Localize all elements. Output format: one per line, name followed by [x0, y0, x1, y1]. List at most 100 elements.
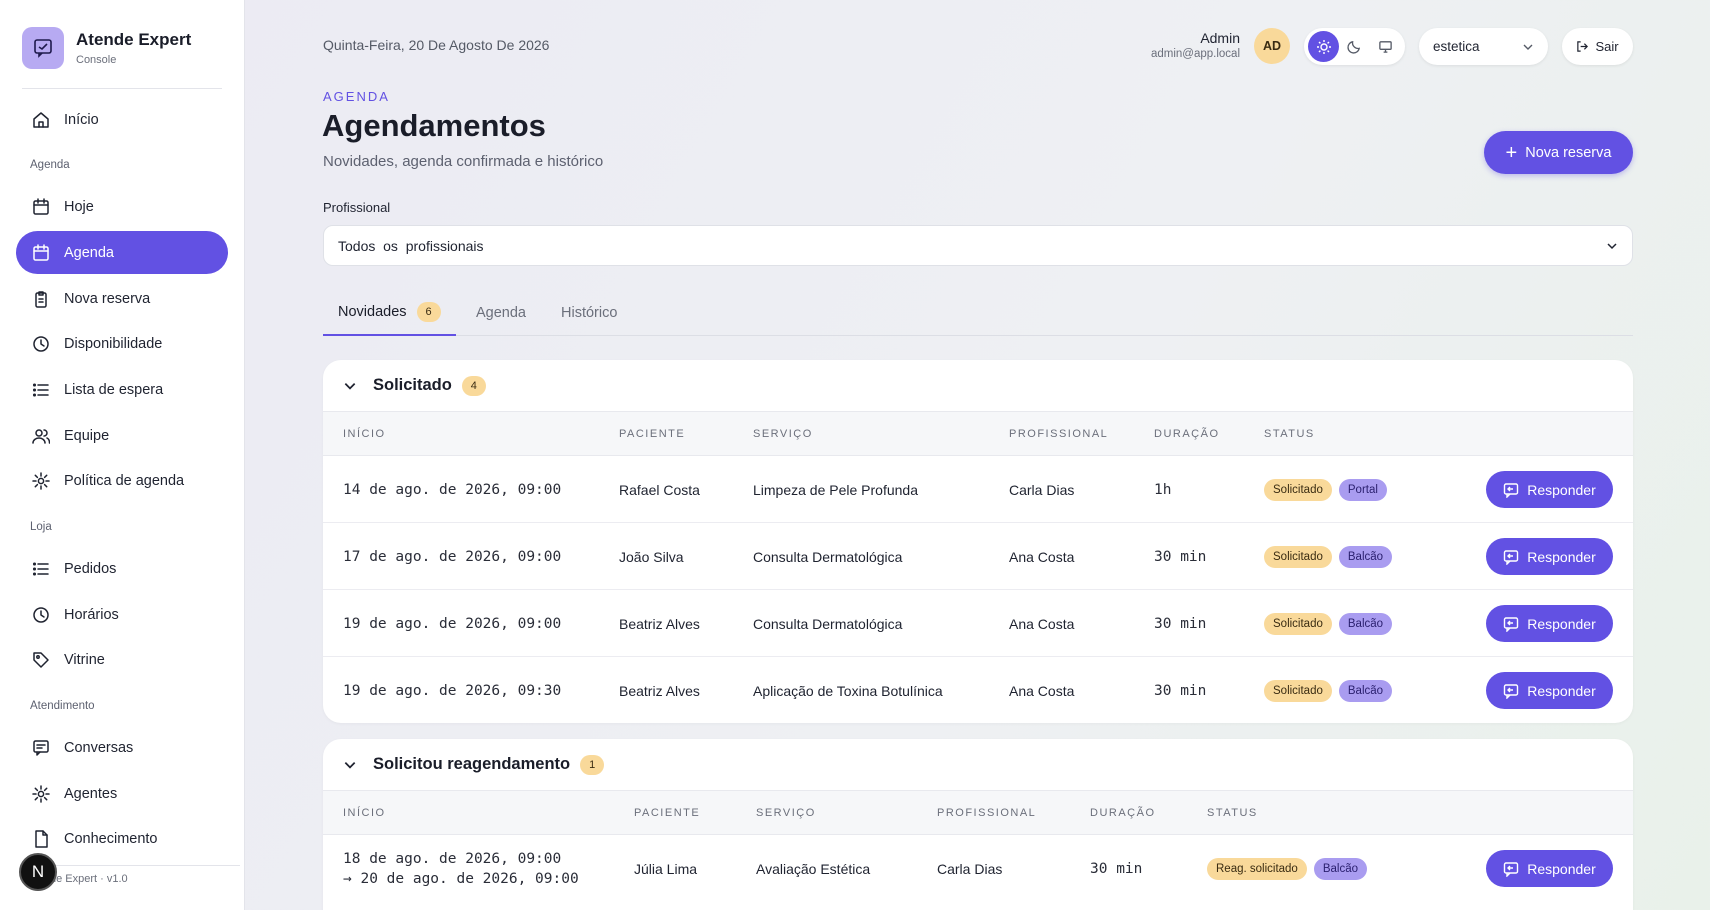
- sidebar-item-label: Lista de espera: [64, 381, 164, 398]
- respond-button[interactable]: Responder: [1486, 850, 1613, 887]
- section-eyebrow: AGENDA: [323, 89, 390, 104]
- sidebar-item-lista-de-espera[interactable]: Lista de espera: [16, 368, 228, 411]
- respond-button[interactable]: Responder: [1486, 471, 1613, 508]
- sidebar: Atende Expert Console Início Agenda Hoje Ag…: [0, 0, 245, 910]
- system-theme-button[interactable]: [1370, 31, 1401, 62]
- channel-badge: Balcão: [1338, 679, 1393, 702]
- tenant-value: estetica: [1433, 39, 1480, 54]
- sidebar-item-label: Equipe: [64, 427, 110, 444]
- sidebar-item-label: Vitrine: [64, 652, 105, 669]
- tab-historico[interactable]: Histórico: [561, 290, 617, 336]
- duration: 30 min: [1154, 615, 1207, 632]
- table-row[interactable]: 19 de ago. de 2026, 09:00 Beatriz Alves Co…: [323, 590, 1633, 657]
- plus-icon: +: [1505, 141, 1518, 164]
- column-header: STATUS: [1264, 428, 1315, 440]
- dark-theme-button[interactable]: [1339, 31, 1370, 62]
- table-row[interactable]: 19 de ago. de 2026, 09:30 Beatriz Alves Ap…: [323, 657, 1633, 723]
- logout-icon: [1576, 40, 1589, 53]
- sidebar-item-label: Pedidos: [64, 561, 117, 577]
- sidebar-item-conhecimento[interactable]: Conhecimento: [16, 818, 228, 861]
- nav-section-label: Loja: [30, 520, 52, 533]
- tenant-select[interactable]: estetica: [1419, 28, 1548, 65]
- table-body: 18 de ago. de 2026, 09:00 → 20 de ago. de…: [323, 835, 1633, 902]
- chevron-down-icon: [1523, 44, 1533, 50]
- respond-label: Responder: [1527, 481, 1596, 498]
- tabs: Novidades 6 Agenda Histórico: [323, 290, 1633, 336]
- professional-name: Carla Dias: [1009, 481, 1075, 498]
- duration: 30 min: [1090, 860, 1143, 877]
- start-datetime: 19 de ago. de 2026, 09:30: [343, 682, 562, 699]
- sidebar-item-nova-reserva[interactable]: Nova reserva: [16, 277, 228, 320]
- group-title: Solicitado: [373, 376, 452, 394]
- reply-icon: [1503, 683, 1519, 699]
- gear-icon: [32, 785, 50, 803]
- start-datetime: 19 de ago. de 2026, 09:00: [343, 615, 562, 632]
- sidebar-item-horários[interactable]: Horários: [16, 593, 228, 636]
- tab-agenda[interactable]: Agenda: [476, 290, 526, 336]
- logout-button[interactable]: Sair: [1562, 28, 1633, 65]
- avatar[interactable]: AD: [1254, 28, 1290, 64]
- clipboard-icon: [32, 290, 50, 308]
- sidebar-item-política-de-agenda[interactable]: Política de agenda: [16, 460, 228, 503]
- logout-label: Sair: [1595, 39, 1619, 54]
- nav-section-label: Agenda: [30, 158, 70, 171]
- sun-icon: [1316, 39, 1331, 54]
- respond-label: Responder: [1527, 860, 1596, 877]
- respond-button[interactable]: Responder: [1486, 672, 1613, 709]
- sidebar-item-disponibilidade[interactable]: Disponibilidade: [16, 323, 228, 366]
- brand[interactable]: Atende Expert Console: [22, 27, 191, 69]
- sidebar-item-pedidos[interactable]: Pedidos: [16, 548, 228, 591]
- patient-name: João Silva: [619, 548, 684, 565]
- reply-icon: [1503, 549, 1519, 565]
- group-card-reagendamento: Solicitou reagendamento 1 INÍCIO PACIENT…: [323, 739, 1633, 910]
- chat-icon: [32, 739, 50, 757]
- professional-name: Ana Costa: [1009, 682, 1075, 699]
- table-row[interactable]: 17 de ago. de 2026, 09:00 João Silva Consu…: [323, 523, 1633, 590]
- column-header: STATUS: [1207, 807, 1258, 819]
- patient-name: Beatriz Alves: [619, 615, 700, 632]
- table-header: INÍCIO PACIENTE SERVIÇO PROFISSIONAL DUR…: [323, 412, 1633, 456]
- divider: [50, 865, 240, 866]
- sidebar-item-label: Agentes: [64, 785, 118, 802]
- sidebar-item-label: Política de agenda: [64, 473, 185, 490]
- sidebar-item-label: Horários: [64, 606, 119, 623]
- group-count-badge: 4: [461, 375, 486, 396]
- sidebar-item-vitrine[interactable]: Vitrine: [16, 639, 228, 682]
- table-row[interactable]: 18 de ago. de 2026, 09:00 → 20 de ago. de…: [323, 835, 1633, 902]
- light-theme-button[interactable]: [1308, 31, 1339, 62]
- sidebar-item-agentes[interactable]: Agentes: [16, 772, 228, 815]
- sidebar-item-agenda[interactable]: Agenda: [16, 231, 228, 275]
- nav-section-label: Atendimento: [30, 699, 95, 712]
- status-badge: Solicitado: [1264, 679, 1332, 702]
- table-header: INÍCIO PACIENTE SERVIÇO PROFISSIONAL DUR…: [323, 791, 1633, 835]
- n-badge-button[interactable]: N: [19, 853, 57, 891]
- tab-count-badge: 6: [416, 302, 441, 322]
- group-header[interactable]: Solicitou reagendamento 1: [323, 739, 1633, 791]
- new-reservation-label: Nova reserva: [1525, 144, 1612, 161]
- user-name: Admin: [1200, 30, 1240, 46]
- sidebar-item-conversas[interactable]: Conversas: [16, 727, 228, 770]
- sidebar-item-equipe[interactable]: Equipe: [16, 414, 228, 457]
- calendar-icon: [32, 198, 50, 216]
- table-row[interactable]: 14 de ago. de 2026, 09:00 Rafael Costa Lim…: [323, 456, 1633, 523]
- sidebar-nav: Início Agenda Hoje Agenda Nova reserva Dispon…: [16, 98, 228, 864]
- column-header: PROFISSIONAL: [1009, 428, 1109, 440]
- rescheduled-datetime: → 20 de ago. de 2026, 09:00: [343, 870, 579, 887]
- sidebar-item-hoje[interactable]: Hoje: [16, 186, 228, 229]
- tab-novidades[interactable]: Novidades 6: [323, 290, 456, 336]
- respond-button[interactable]: Responder: [1486, 605, 1613, 642]
- professional-select[interactable]: Todos os profissionais: [323, 225, 1633, 266]
- theme-toggle: [1304, 28, 1405, 65]
- service-name: Limpeza de Pele Profunda: [753, 481, 918, 498]
- new-reservation-button[interactable]: + Nova reserva: [1484, 131, 1633, 174]
- user-email: admin@app.local: [1150, 48, 1240, 60]
- calendar-icon: [32, 244, 50, 262]
- clock-icon: [32, 335, 50, 353]
- list-icon: [32, 381, 50, 399]
- page-subtitle: Novidades, agenda confirmada e histórico: [323, 153, 604, 170]
- sidebar-item-início[interactable]: Início: [16, 98, 228, 141]
- sidebar-item-label: Conversas: [64, 740, 134, 757]
- respond-button[interactable]: Responder: [1486, 538, 1613, 575]
- status-badge: Solicitado: [1264, 478, 1332, 501]
- group-header[interactable]: Solicitado 4: [323, 360, 1633, 412]
